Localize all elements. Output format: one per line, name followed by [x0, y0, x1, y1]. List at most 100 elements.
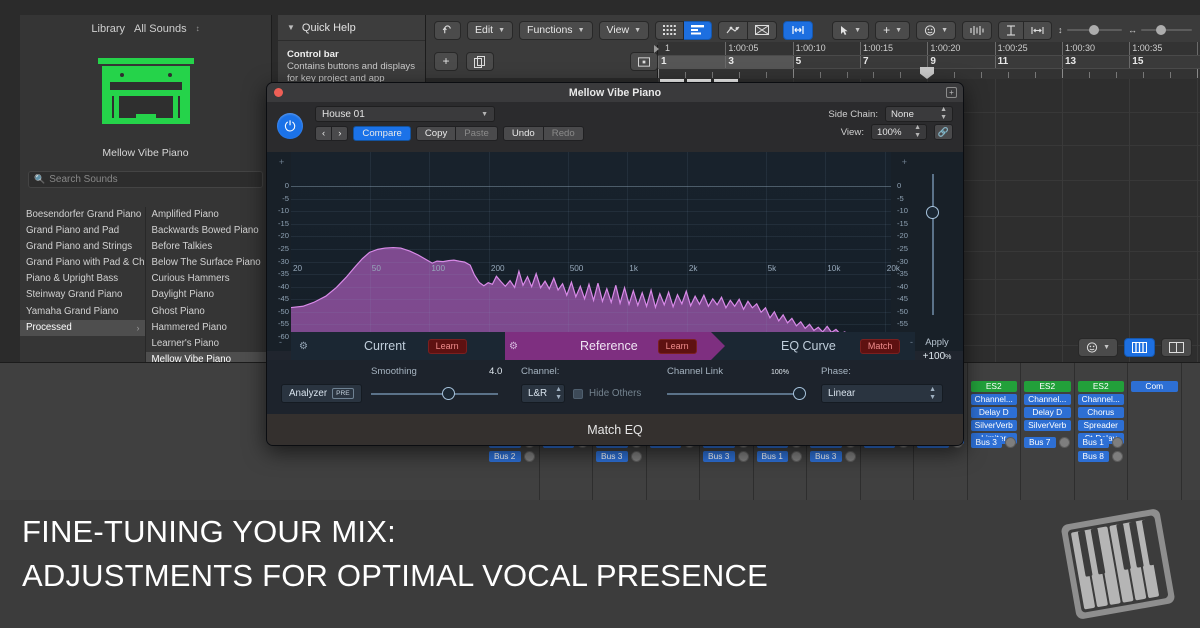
insert-slot[interactable]: Com	[1131, 381, 1178, 392]
plugin-window[interactable]: Mellow Vibe Piano + ⏻ House 01 ▼ ‹ › Com…	[266, 82, 964, 446]
insert-slot[interactable]: ES2	[1077, 381, 1124, 392]
close-icon[interactable]	[274, 88, 283, 97]
menu-edit[interactable]: Edit ▼	[467, 20, 514, 40]
insert-slot[interactable]: ES2	[1024, 381, 1071, 392]
send-level-knob[interactable]	[1112, 437, 1123, 448]
send-level-knob[interactable]	[844, 451, 856, 462]
insert-slot[interactable]: Delay D	[970, 407, 1017, 418]
horizontal-zoom-track[interactable]	[1141, 25, 1192, 35]
hide-others-toggle[interactable]: Hide Others	[573, 388, 641, 399]
library-patch-item[interactable]: Amplified Piano	[146, 207, 272, 223]
channel-link-knob[interactable]	[792, 387, 806, 400]
redo-button[interactable]: Redo	[543, 126, 584, 141]
spectrum-plot[interactable]: 0 0 -5 -5 -10 -10 -15 -15 -20 -20 -25 -25 -30 -30 -35-…	[278, 152, 908, 351]
paste-button[interactable]: Paste	[456, 126, 498, 141]
library-patch-item[interactable]: Hammered Piano	[146, 320, 272, 336]
menu-functions[interactable]: Functions ▼	[519, 20, 593, 40]
link-icon[interactable]: 🔗	[934, 124, 953, 140]
split-view-icon[interactable]	[1161, 338, 1192, 357]
insert-slot[interactable]: SilverVerb	[1024, 420, 1071, 431]
timeline-ruler[interactable]: 1 1:00:05 1:00:10 1:00:15 1:00:20 1:00:25 1:00…	[654, 42, 1200, 79]
horizontal-zoom-slider[interactable]: ↔	[1128, 21, 1192, 40]
updown-chevron-icon[interactable]: ↕	[196, 25, 200, 33]
library-search-field[interactable]: 🔍 Search Sounds	[28, 171, 263, 188]
send-level-knob[interactable]	[737, 451, 749, 462]
track-inspector-button[interactable]	[630, 52, 658, 71]
library-patch-item[interactable]: Curious Hammers	[146, 271, 272, 287]
waveform-icon[interactable]	[962, 20, 992, 40]
gear-icon[interactable]: ⚙	[509, 341, 518, 352]
send-level-knob[interactable]	[1058, 437, 1070, 448]
smoothing-track[interactable]	[371, 393, 498, 395]
reference-learn-button[interactable]: Learn	[657, 338, 697, 354]
smoothing-knob[interactable]	[442, 387, 456, 400]
library-category-item[interactable]: Piano & Upright Bass	[20, 271, 145, 287]
send-slot[interactable]: Bus 2	[489, 451, 521, 462]
catch-playhead-icon[interactable]: ▼	[916, 20, 956, 40]
send-slot[interactable]: Bus 3	[970, 437, 1002, 448]
library-patch-item[interactable]: Daylight Piano	[146, 287, 272, 303]
flex-icon[interactable]	[748, 20, 778, 40]
plus-tool-icon[interactable]: + ▼	[875, 20, 911, 40]
prev-preset-button[interactable]: ‹	[315, 126, 333, 141]
quick-help-header[interactable]: ▼ Quick Help	[278, 15, 425, 41]
automation-icon[interactable]	[718, 20, 749, 40]
phase-selector[interactable]: Linear ▲ ▼	[821, 384, 943, 403]
channel-link-slider[interactable]	[667, 387, 806, 400]
send-level-knob[interactable]	[523, 451, 535, 462]
eq-match-button[interactable]: Match	[859, 338, 901, 354]
library-patch-item[interactable]: Below The Surface Piano	[146, 255, 272, 271]
cycle-marker-icon[interactable]	[654, 45, 659, 53]
insert-slot[interactable]: Channel...	[1024, 394, 1071, 405]
send-slot[interactable]: Bus 3	[596, 451, 628, 462]
vertical-zoom-slider[interactable]: ↕	[1058, 21, 1122, 40]
insert-slot[interactable]: Channel...	[970, 394, 1017, 405]
next-preset-button[interactable]: ›	[332, 126, 349, 141]
library-category-item[interactable]: Grand Piano and Strings	[20, 239, 145, 255]
copy-button[interactable]: Copy	[415, 126, 457, 141]
gear-icon[interactable]: ⚙	[299, 341, 308, 352]
library-category-item[interactable]: Yamaha Grand Piano	[20, 304, 145, 320]
fit-width-icon[interactable]	[1024, 20, 1052, 40]
pointer-tool-icon[interactable]: ▼	[832, 20, 870, 40]
plugin-titlebar[interactable]: Mellow Vibe Piano +	[267, 83, 963, 102]
library-patch-item[interactable]: Learner's Piano	[146, 336, 272, 352]
library-category-item[interactable]: Grand Piano with Pad & Ch...	[20, 255, 145, 271]
mode-segment-reference[interactable]: ⚙ Reference Learn	[505, 332, 711, 360]
gain-slider[interactable]	[925, 164, 941, 341]
vertical-zoom-knob[interactable]	[1088, 25, 1099, 35]
library-filter-button[interactable]: All Sounds	[134, 23, 187, 35]
send-slot[interactable]: Bus 1	[756, 451, 788, 462]
insert-slot[interactable]: ES2	[970, 381, 1017, 392]
snap-icon[interactable]	[783, 20, 814, 40]
insert-slot[interactable]: Delay D	[1024, 407, 1071, 418]
compare-button[interactable]: Compare	[353, 126, 411, 141]
insert-slot[interactable]: SilverVerb	[970, 420, 1017, 431]
send-slot[interactable]: Bus 1	[1077, 437, 1109, 448]
insert-slot[interactable]: Chorus	[1077, 407, 1124, 418]
checkbox-icon[interactable]	[573, 388, 583, 399]
analyzer-pre-tag[interactable]: PRE	[332, 388, 354, 399]
list-view-icon[interactable]	[684, 20, 713, 40]
ruler-time-row[interactable]: 1 1:00:05 1:00:10 1:00:15 1:00:20 1:00:25 1:00…	[654, 42, 1200, 56]
send-level-knob[interactable]	[1005, 437, 1016, 448]
send-slot[interactable]: Bus 3	[810, 451, 842, 462]
current-learn-button[interactable]: Learn	[427, 338, 467, 354]
insert-slot[interactable]: Channel...	[1077, 394, 1124, 405]
mode-segment-current[interactable]: ⚙ Current Learn	[297, 332, 505, 360]
gain-slider-knob[interactable]	[926, 205, 939, 219]
maximize-icon[interactable]: +	[946, 87, 957, 98]
text-cursor-icon[interactable]	[998, 20, 1024, 40]
library-category-item[interactable]: Processed ›	[20, 319, 145, 336]
duplicate-track-button[interactable]	[466, 52, 494, 71]
undo-button[interactable]: Undo	[502, 126, 544, 141]
library-patch-item[interactable]: Backwards Bowed Piano	[146, 223, 272, 239]
send-slot[interactable]: Bus 3	[703, 451, 735, 462]
preset-selector[interactable]: House 01 ▼	[315, 106, 495, 122]
send-slot[interactable]: Bus 7	[1024, 437, 1056, 448]
side-chain-selector[interactable]: None ▲ ▼	[885, 106, 953, 122]
send-level-knob[interactable]	[630, 451, 642, 462]
undo-arrow-icon[interactable]	[434, 20, 461, 40]
menu-view[interactable]: View ▼	[598, 20, 650, 40]
eq-plot-area[interactable]: + + Fade Extremes 00-5-5-10-10-15-15-20-…	[267, 152, 963, 351]
